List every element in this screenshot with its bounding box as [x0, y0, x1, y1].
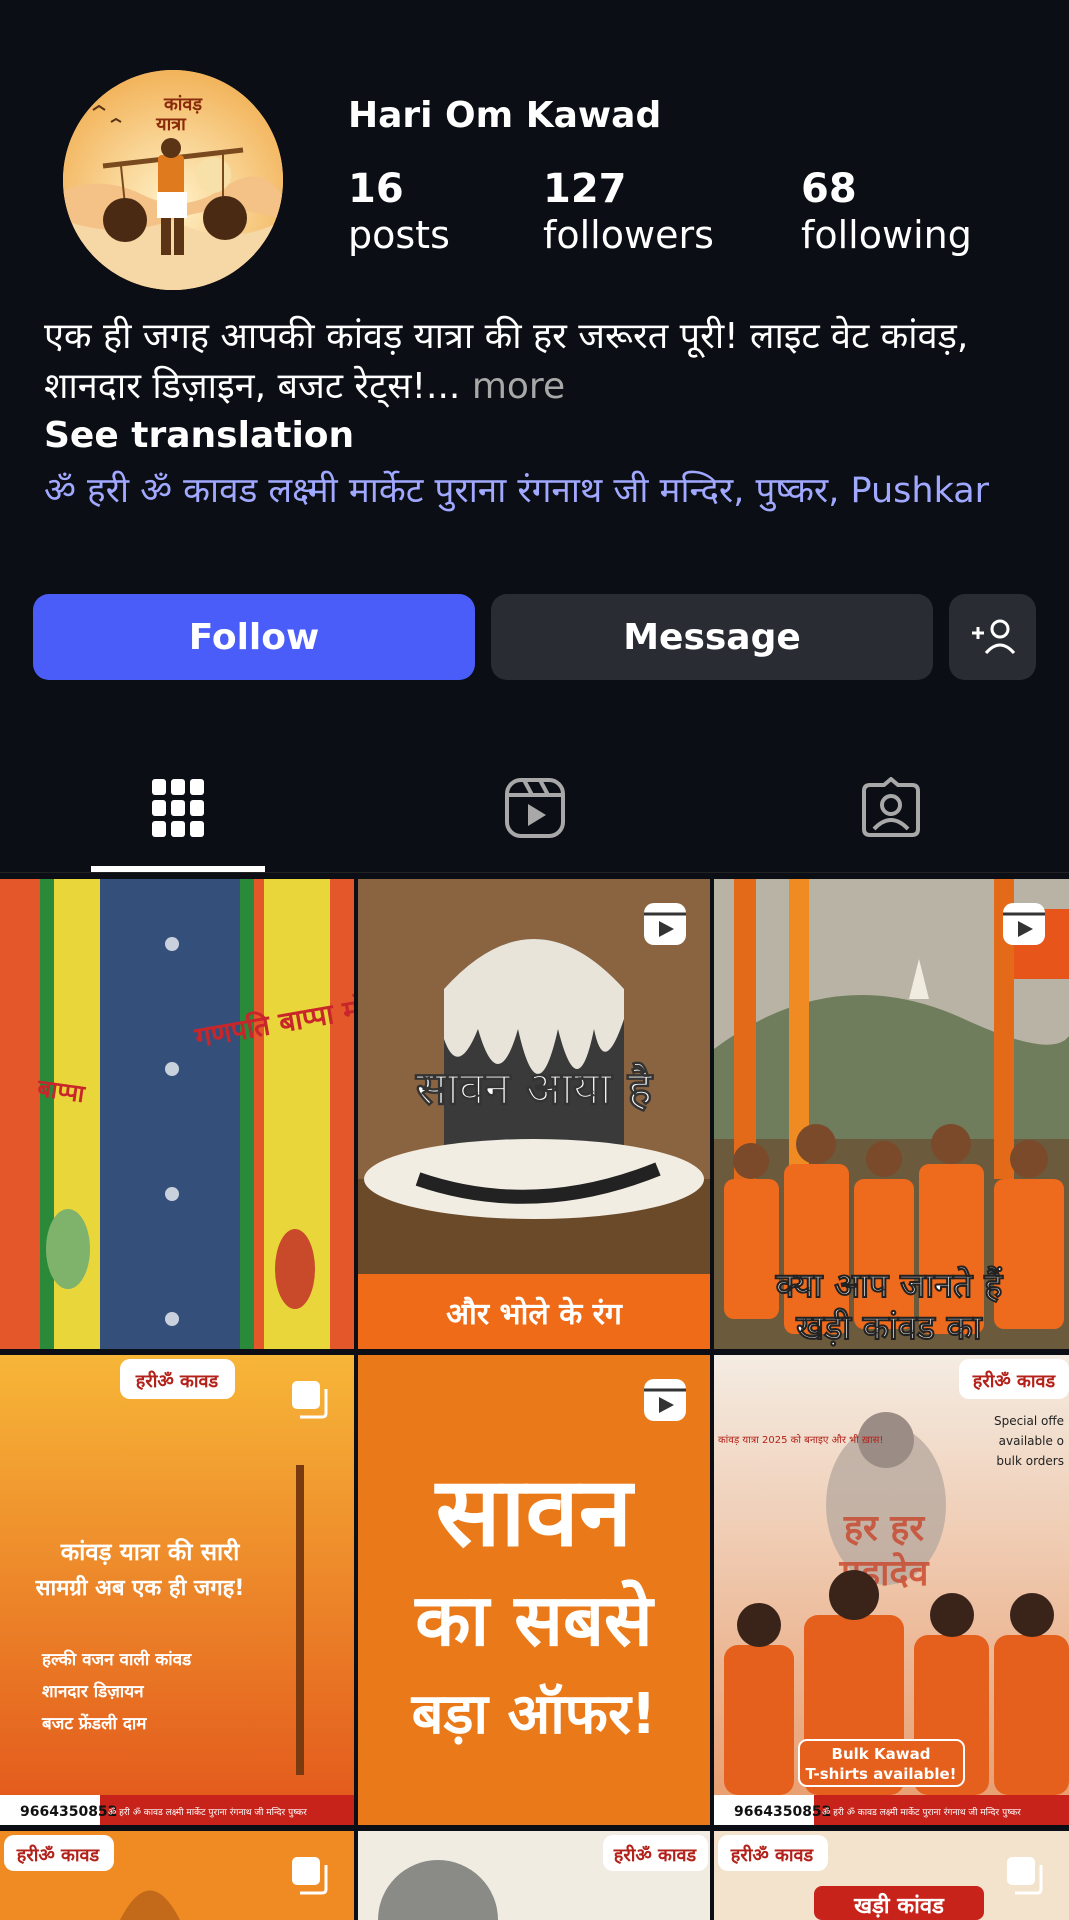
- following-stat[interactable]: 68 following: [801, 165, 972, 259]
- reels-icon: [505, 778, 565, 838]
- svg-text:सावन: सावन: [434, 1456, 636, 1568]
- post-tile[interactable]: हरीॐ कावड: [0, 1831, 354, 1920]
- profile-avatar[interactable]: कांवड़ यात्रा: [63, 70, 283, 290]
- post-image-har-har-mahadev: हरीॐ कावड कांवड़ यात्रा 2025 को बनाइए और…: [714, 1355, 1069, 1825]
- tab-divider: [0, 872, 1069, 873]
- svg-text:हरीॐ कावड: हरीॐ कावड: [972, 1370, 1057, 1392]
- post-tile[interactable]: हरीॐ कावड खड़ी कांवड: [714, 1831, 1069, 1920]
- svg-text:बड़ा ऑफर!: बड़ा ऑफर!: [411, 1682, 657, 1747]
- svg-text:Bulk Kawad: Bulk Kawad: [832, 1745, 931, 1763]
- reel-badge-icon: [644, 1379, 686, 1421]
- followers-label: followers: [543, 213, 714, 257]
- following-label: following: [801, 213, 972, 257]
- tab-reels[interactable]: [490, 772, 580, 844]
- add-user-button[interactable]: [949, 594, 1036, 680]
- svg-text:बजट फ्रेंडली दाम: बजट फ्रेंडली दाम: [41, 1713, 147, 1734]
- svg-text:का सबसे: का सबसे: [413, 1578, 655, 1662]
- tab-grid[interactable]: [133, 772, 223, 844]
- post-tile[interactable]: सावन आया है और भोले के रंग: [358, 879, 710, 1349]
- post-image-row3-2: हरीॐ कावड: [358, 1831, 710, 1920]
- svg-text:खड़ी कांवड का: खड़ी कांवड का: [795, 1307, 983, 1348]
- post-tile[interactable]: हरीॐ कावड कांवड़ यात्रा की सारी सामग्री …: [0, 1355, 354, 1825]
- posts-stat[interactable]: 16 posts: [348, 165, 450, 259]
- post-tile[interactable]: गणपति बाप्पा मोरया बाप्पा: [0, 879, 354, 1349]
- bio-more-link[interactable]: more: [460, 366, 565, 407]
- tab-tagged[interactable]: [846, 772, 936, 844]
- svg-text:9664350852: 9664350852: [20, 1804, 117, 1820]
- post-image-kawad-sale: हरीॐ कावड कांवड़ यात्रा की सारी सामग्री …: [0, 1355, 354, 1825]
- svg-text:कांवड़ यात्रा की सारी: कांवड़ यात्रा की सारी: [60, 1538, 240, 1566]
- svg-text:T-shirts available!: T-shirts available!: [805, 1765, 956, 1783]
- followers-stat[interactable]: 127 followers: [543, 165, 714, 259]
- svg-text:available o: available o: [999, 1434, 1064, 1448]
- message-button[interactable]: Message: [491, 594, 933, 680]
- carousel-badge-icon: [1007, 1857, 1043, 1895]
- svg-text:हरीॐ कावड: हरीॐ कावड: [613, 1844, 698, 1866]
- svg-text:ॐ हरी ॐ कावड लक्ष्मी मार्केट प: ॐ हरी ॐ कावड लक्ष्मी मार्केट पुराना रंगन…: [822, 1806, 1021, 1818]
- reel-badge-icon: [1003, 903, 1045, 945]
- profile-username: Hari Om Kawad: [348, 95, 662, 136]
- avatar-illustration: कांवड़ यात्रा: [63, 70, 283, 290]
- svg-text:हरीॐ कावड: हरीॐ कावड: [135, 1370, 220, 1392]
- svg-text:9664350852: 9664350852: [734, 1804, 831, 1820]
- svg-text:खड़ी कांवड: खड़ी कांवड: [853, 1892, 945, 1919]
- svg-text:और भोले के रंग: और भोले के रंग: [446, 1296, 623, 1332]
- svg-text:हर हर: हर हर: [843, 1508, 925, 1549]
- see-translation-link[interactable]: See translation: [44, 415, 354, 456]
- post-image-sawan-offer: सावन का सबसे बड़ा ऑफर!: [358, 1355, 710, 1825]
- carousel-badge-icon: [292, 1857, 328, 1895]
- post-tile[interactable]: क्या आप जानते हैं खड़ी कांवड का: [714, 879, 1069, 1349]
- svg-text:सामग्री अब एक ही जगह!: सामग्री अब एक ही जगह!: [35, 1574, 245, 1601]
- posts-label: posts: [348, 213, 450, 257]
- svg-text:ॐ हरी ॐ कावड लक्ष्मी मार्केट प: ॐ हरी ॐ कावड लक्ष्मी मार्केट पुराना रंगन…: [108, 1806, 307, 1818]
- post-tile[interactable]: हरीॐ कावड कांवड़ यात्रा 2025 को बनाइए और…: [714, 1355, 1069, 1825]
- svg-text:कांवड़ यात्रा 2025 को बनाइए और: कांवड़ यात्रा 2025 को बनाइए और भी ख़ास!: [718, 1434, 883, 1446]
- svg-text:सावन आया है: सावन आया है: [415, 1061, 654, 1115]
- post-image-kanwariya-group: क्या आप जानते हैं खड़ी कांवड का: [714, 879, 1069, 1349]
- svg-text:कांवड़: कांवड़: [163, 94, 203, 115]
- post-tile[interactable]: सावन का सबसे बड़ा ऑफर!: [358, 1355, 710, 1825]
- carousel-badge-icon: [292, 1381, 328, 1419]
- profile-bio: एक ही जगह आपकी कांवड़ यात्रा की हर जरूरत…: [44, 312, 1044, 412]
- grid-icon: [152, 779, 204, 837]
- add-user-icon: [971, 619, 1015, 655]
- post-tile[interactable]: हरीॐ कावड: [358, 1831, 710, 1920]
- svg-text:bulk orders: bulk orders: [996, 1454, 1064, 1468]
- following-count: 68: [801, 166, 857, 212]
- profile-address-link[interactable]: ॐ हरी ॐ कावड लक्ष्मी मार्केट पुराना रंगन…: [44, 466, 1044, 516]
- svg-text:शानदार डिज़ायन: शानदार डिज़ायन: [42, 1681, 144, 1702]
- follow-button[interactable]: Follow: [33, 594, 475, 680]
- svg-text:क्या आप जानते हैं: क्या आप जानते हैं: [775, 1265, 1005, 1306]
- svg-text:Special offe: Special offe: [994, 1414, 1064, 1428]
- svg-text:यात्रा: यात्रा: [155, 114, 187, 135]
- post-image-scarf-denim: गणपति बाप्पा मोरया बाप्पा: [0, 879, 354, 1349]
- tagged-icon: [862, 777, 920, 837]
- svg-text:हल्की वजन वाली कांवड: हल्की वजन वाली कांवड: [41, 1649, 192, 1670]
- followers-count: 127: [543, 166, 627, 212]
- posts-count: 16: [348, 166, 404, 212]
- svg-text:हरीॐ कावड: हरीॐ कावड: [16, 1844, 101, 1866]
- reel-badge-icon: [644, 903, 686, 945]
- post-image-shivling: सावन आया है और भोले के रंग: [358, 879, 710, 1349]
- svg-text:हरीॐ कावड: हरीॐ कावड: [730, 1844, 815, 1866]
